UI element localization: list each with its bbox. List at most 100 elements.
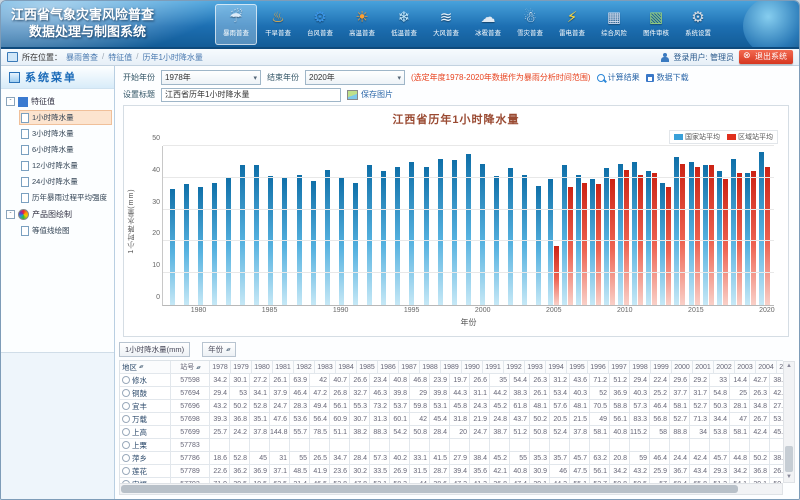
year-sort-button[interactable]: 年份 ▴▾ xyxy=(202,342,236,357)
y-tick-label: 10 xyxy=(139,262,160,269)
y-tick-label: 20 xyxy=(139,230,160,237)
tree-item[interactable]: 6小时降水量 xyxy=(19,142,112,157)
value-cell: 78.5 xyxy=(310,426,330,439)
chart-title-input[interactable]: 江西省历年1小时降水量 xyxy=(161,88,341,102)
vertical-scroll-thumb[interactable] xyxy=(785,446,793,472)
toolbar-settings-button[interactable]: ⚙系统设置 xyxy=(677,4,719,45)
value-cell: 25 xyxy=(730,387,750,400)
row-radio[interactable] xyxy=(122,441,130,449)
value-cell: 31.1 xyxy=(470,387,490,400)
breadcrumb-item[interactable]: 暴雨普查 xyxy=(66,52,98,63)
toolbar-snow-button[interactable]: ☃雪灾普查 xyxy=(509,4,551,45)
x-tick-label: 2000 xyxy=(475,307,491,314)
value-cell: 45.7 xyxy=(710,452,730,465)
page-icon xyxy=(21,113,29,123)
bar-1992-s0 xyxy=(367,165,372,305)
data-table: 地区▴▾站号 ▴▾1978197919801981198219831984198… xyxy=(119,360,783,483)
region-header[interactable]: 地区▴▾ xyxy=(120,361,171,374)
bar-group-1993 xyxy=(377,146,391,305)
toolbar-gale-button[interactable]: ≋大风普查 xyxy=(425,4,467,45)
row-radio[interactable] xyxy=(122,467,130,475)
value-cell: 43.2 xyxy=(630,465,650,478)
value-cell xyxy=(390,439,410,452)
region-name: 莲花 xyxy=(132,465,147,478)
value-cell: 61.8 xyxy=(510,400,530,413)
tree-item[interactable]: 历年暴雨过程平均强度 xyxy=(19,190,112,205)
value-cell: 44.3 xyxy=(450,387,470,400)
bar-group-1978 xyxy=(165,146,179,305)
tree-item[interactable]: 24小时降水量 xyxy=(19,174,112,189)
page-icon xyxy=(21,226,29,236)
toolbar-high-temp-button[interactable]: ☀高温普查 xyxy=(341,4,383,45)
bar-group-1985 xyxy=(264,146,278,305)
bar-2017-s0 xyxy=(717,171,722,305)
sidebar-title: 系统菜单 xyxy=(25,69,77,85)
station-cell: 57789 xyxy=(171,465,210,478)
bar-2019-s0 xyxy=(745,173,750,305)
horizontal-scrollbar[interactable] xyxy=(119,483,783,495)
year-header: 1980 xyxy=(252,361,273,374)
toolbar-map-audit-button[interactable]: ▧图件审核 xyxy=(635,4,677,45)
value-cell: 58 xyxy=(650,426,670,439)
value-cell: 55 xyxy=(510,452,530,465)
toolbar-low-temp-button[interactable]: ❄低温普查 xyxy=(383,4,425,45)
row-radio[interactable] xyxy=(122,402,130,410)
breadcrumb-item[interactable]: 历年1小时降水量 xyxy=(142,52,202,63)
toolbar-hail-button[interactable]: ☁冰雹普查 xyxy=(467,4,509,45)
value-cell: 83.3 xyxy=(630,413,650,426)
value-cell: 26.8 xyxy=(330,387,350,400)
expand-icon[interactable]: - xyxy=(6,210,15,219)
gridline xyxy=(163,177,774,178)
end-year-select[interactable]: 2020年 ▾ xyxy=(305,70,405,85)
bar-group-1987 xyxy=(292,146,306,305)
horizontal-scroll-thumb[interactable] xyxy=(121,485,738,493)
logout-button[interactable]: 退出系统 xyxy=(739,50,793,64)
value-cell xyxy=(350,439,370,452)
toolbar-item-label: 低温普查 xyxy=(391,28,417,37)
measure-selector[interactable]: 1小时降水量(mm) xyxy=(119,342,190,357)
value-cell: 26.3 xyxy=(530,374,550,387)
toolbar-rainstorm-button[interactable]: ☔暴雨普查 xyxy=(215,4,257,45)
value-cell: 40.8 xyxy=(390,374,410,387)
start-year-select[interactable]: 1978年 ▾ xyxy=(161,70,261,85)
tree-item[interactable]: 3小时降水量 xyxy=(19,126,112,141)
breadcrumb: 暴雨普查/特征值/历年1小时降水量 xyxy=(66,52,203,63)
region-name: 铜鼓 xyxy=(132,387,147,400)
bar-group-2006 xyxy=(560,146,574,305)
tree-item[interactable]: 12小时降水量 xyxy=(19,158,112,173)
breadcrumb-item[interactable]: 特征值 xyxy=(108,52,132,63)
year-header: 1992 xyxy=(504,361,525,374)
value-cell: 34.7 xyxy=(330,452,350,465)
tree-group-products[interactable]: -产品图绘制 xyxy=(6,207,112,222)
toolbar-drought-button[interactable]: ♨干旱普查 xyxy=(257,4,299,45)
value-cell: 20.8 xyxy=(610,452,630,465)
scroll-up-icon[interactable]: ▲ xyxy=(784,362,794,371)
bar-group-1980 xyxy=(193,146,207,305)
chart-title-label: 设置标题 xyxy=(123,89,155,100)
row-radio[interactable] xyxy=(122,376,130,384)
save-image-button[interactable]: 保存图片 xyxy=(347,89,393,100)
table-row: 万载5769839.336.835.147.653.656.460.930.73… xyxy=(120,413,783,426)
vertical-scrollbar[interactable]: ▲ ▼ xyxy=(783,361,795,483)
row-radio[interactable] xyxy=(122,454,130,462)
station-header[interactable]: 站号 ▴▾ xyxy=(171,361,210,374)
row-radio[interactable] xyxy=(122,428,130,436)
scroll-down-icon[interactable]: ▼ xyxy=(784,473,794,482)
row-radio[interactable] xyxy=(122,415,130,423)
tree-item[interactable]: 1小时降水量 xyxy=(19,110,112,125)
bar-group-1998 xyxy=(447,146,461,305)
toolbar-typhoon-button[interactable]: ⚙台风普查 xyxy=(299,4,341,45)
calculate-button[interactable]: 计算结果 xyxy=(597,72,640,83)
expand-icon[interactable]: - xyxy=(6,97,15,106)
row-radio[interactable] xyxy=(122,389,130,397)
download-data-button[interactable]: 数据下载 xyxy=(646,72,689,83)
value-cell: 47.6 xyxy=(270,413,290,426)
tree-group-features[interactable]: -特征值 xyxy=(6,94,112,109)
toolbar-lightning-button[interactable]: ⚡雷电普查 xyxy=(551,4,593,45)
tree-item[interactable]: 等值线绘图 xyxy=(19,223,112,238)
tree-item-label: 12小时降水量 xyxy=(32,160,78,171)
save-image-label: 保存图片 xyxy=(361,89,393,100)
bar-2016-s0 xyxy=(703,165,708,305)
toolbar-risk-calc-button[interactable]: ▦综合风险 xyxy=(593,4,635,45)
value-cell: 54.8 xyxy=(710,387,730,400)
